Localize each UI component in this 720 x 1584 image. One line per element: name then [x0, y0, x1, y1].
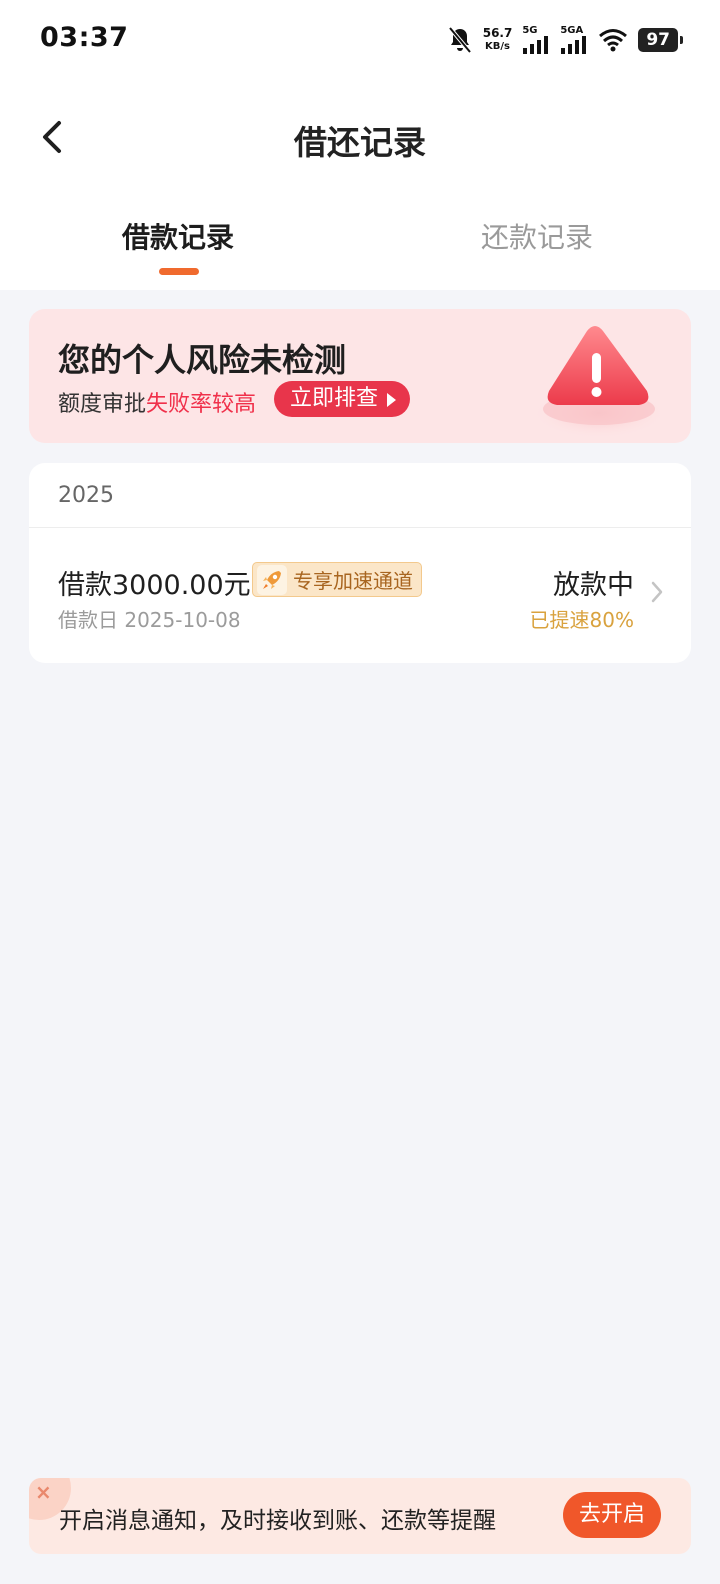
net-speed-value: 56.7 — [482, 26, 513, 40]
tab-borrow-records[interactable]: 借款记录 — [122, 216, 234, 256]
risk-subtitle-prefix: 额度审批 — [58, 392, 147, 417]
sim2-signal: 5GA — [560, 26, 588, 54]
chevron-right-icon — [651, 581, 663, 603]
risk-banner[interactable]: 您的个人风险未检测 额度审批失败率较高 立即排查 — [29, 309, 691, 443]
records-card: 2025 借款3000.00元 专享加速通道 借款日 2025-10-08 放款… — [29, 463, 691, 663]
notification-prompt: × 开启消息通知，及时接收到账、还款等提醒 去开启 — [29, 1478, 691, 1554]
status-icons: 56.7 KB/s 5G 5GA 97 — [447, 24, 683, 56]
sim1-label: 5G — [522, 25, 538, 36]
play-arrow-icon — [387, 393, 397, 407]
signal-icon — [561, 36, 587, 54]
speed-badge-label: 专享加速通道 — [293, 569, 413, 593]
net-speed-unit: KB/s — [485, 41, 511, 52]
enable-notifications-button[interactable]: 去开启 — [563, 1492, 661, 1538]
notify-text: 开启消息通知，及时接收到账、还款等提醒 — [59, 1508, 496, 1534]
risk-subtitle: 额度审批失败率较高 — [58, 386, 256, 418]
divider — [29, 527, 691, 528]
speed-progress: 已提速80% — [529, 608, 634, 632]
page-title: 借还记录 — [294, 123, 426, 162]
sim1-signal: 5G — [522, 26, 550, 54]
year-header: 2025 — [58, 483, 114, 508]
warning-triangle-icon — [531, 326, 667, 439]
battery-icon: 97 — [638, 28, 683, 52]
check-now-button[interactable]: 立即排查 — [274, 381, 411, 417]
status-time: 03:37 — [40, 22, 129, 53]
signal-icon — [523, 36, 549, 54]
net-speed: 56.7 KB/s — [483, 27, 513, 53]
active-tab-indicator — [159, 268, 199, 275]
risk-subtitle-warning: 失败率较高 — [146, 392, 257, 417]
status-bar: 03:37 56.7 KB/s 5G 5GA 97 — [0, 0, 720, 80]
risk-title: 您的个人风险未检测 — [58, 341, 347, 379]
rocket-icon — [257, 564, 287, 595]
loan-date: 借款日 2025-10-08 — [58, 608, 241, 632]
check-now-label: 立即排查 — [290, 386, 379, 411]
loan-status: 放款中 — [553, 570, 634, 601]
speed-badge: 专享加速通道 — [252, 562, 422, 597]
tab-repay-records[interactable]: 还款记录 — [481, 216, 593, 256]
loan-amount: 借款3000.00元 — [58, 570, 251, 601]
close-icon[interactable]: × — [35, 1480, 52, 1504]
mute-bell-icon — [448, 26, 472, 54]
sim2-label: 5GA — [560, 25, 584, 36]
wifi-icon — [599, 29, 628, 52]
